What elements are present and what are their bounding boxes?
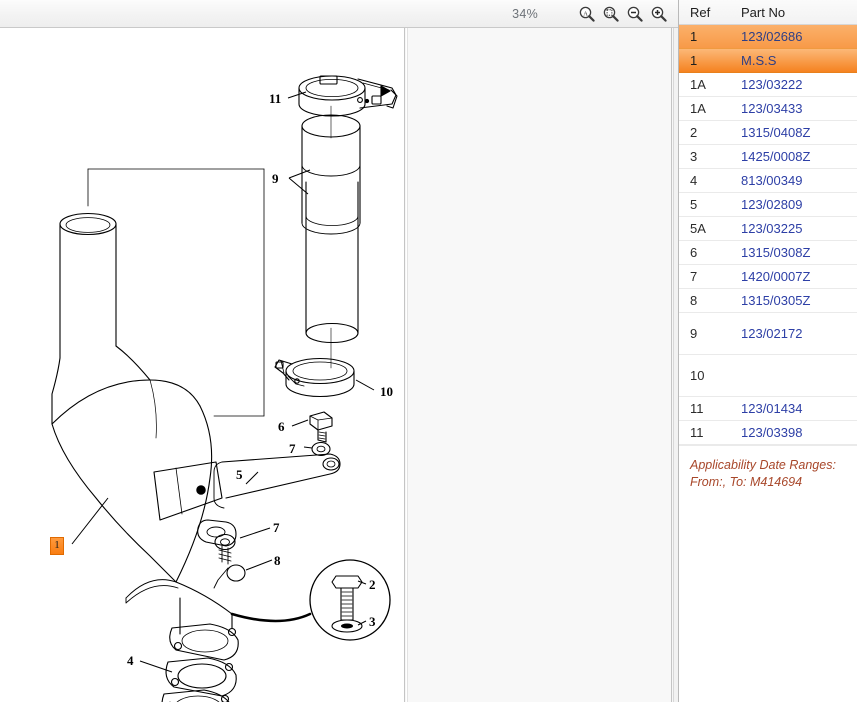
cell-part-no[interactable]: 1420/0007Z (741, 269, 857, 284)
table-row[interactable]: 2 1315/0408Z (679, 121, 857, 145)
cell-part-no[interactable]: 123/03222 (741, 77, 857, 92)
cell-ref: 5A (690, 221, 706, 236)
table-row[interactable]: 11 123/03398 (679, 421, 857, 445)
cell-part-no[interactable]: 1315/0305Z (741, 293, 857, 308)
zoom-level-label: 34% (512, 6, 538, 21)
cell-part-no[interactable]: 123/03433 (741, 101, 857, 116)
table-row[interactable]: 9 123/02172 (679, 313, 857, 355)
table-row[interactable]: 5 123/02809 (679, 193, 857, 217)
fit-actual-size-icon[interactable]: A (576, 3, 598, 25)
table-row[interactable]: 3 1425/0008Z (679, 145, 857, 169)
pdf-parts-viewer: 34% A 11 9 10 6 7 5 7 8 2 3 4 1 Ref Part… (0, 0, 857, 702)
svg-text:9: 9 (272, 171, 279, 186)
column-header-ref: Ref (690, 4, 711, 20)
fit-page-icon[interactable] (600, 3, 622, 25)
cell-part-no[interactable]: 123/03225 (741, 221, 857, 236)
table-row[interactable]: 1 M.S.S (679, 49, 857, 73)
cell-part-no[interactable]: 1315/0408Z (741, 125, 857, 140)
svg-text:2: 2 (369, 577, 376, 592)
cell-part-no[interactable]: 123/01434 (741, 401, 857, 416)
cell-ref: 3 (690, 149, 698, 164)
cell-part-no[interactable]: 1425/0008Z (741, 149, 857, 164)
table-row[interactable]: 10 (679, 355, 857, 397)
column-header-part-no: Part No (741, 4, 786, 20)
page-sheet-right (407, 28, 672, 702)
cell-ref: 6 (690, 245, 698, 260)
svg-text:A: A (583, 10, 588, 17)
cell-ref: 1 (690, 53, 698, 68)
cell-part-no[interactable]: M.S.S (741, 53, 857, 68)
page-scroll-area[interactable]: 11 9 10 6 7 5 7 8 2 3 4 1 (0, 28, 678, 702)
applicability-line-2: From:, To: M414694 (690, 475, 803, 489)
svg-text:3: 3 (369, 614, 376, 629)
table-row[interactable]: 1A 123/03433 (679, 97, 857, 121)
table-row[interactable]: 1 123/02686 (679, 25, 857, 49)
table-row[interactable]: 11 123/01434 (679, 397, 857, 421)
table-row[interactable]: 8 1315/0305Z (679, 289, 857, 313)
svg-text:6: 6 (278, 419, 285, 434)
table-row[interactable]: 4 813/00349 (679, 169, 857, 193)
cell-ref: 1 (690, 29, 698, 44)
svg-text:7: 7 (273, 520, 280, 535)
drawing-callout-highlighted[interactable]: 1 (50, 537, 64, 555)
applicability-note: Applicability Date Ranges: From:, To: M4… (679, 445, 857, 491)
svg-text:4: 4 (127, 653, 134, 668)
table-row[interactable]: 1A 123/03222 (679, 73, 857, 97)
zoom-in-icon[interactable] (648, 3, 670, 25)
cell-part-no[interactable]: 123/02172 (741, 326, 857, 341)
svg-text:8: 8 (274, 553, 281, 568)
table-row[interactable]: 7 1420/0007Z (679, 265, 857, 289)
svg-text:10: 10 (380, 384, 393, 399)
parts-table-body: 1 123/02686 1 M.S.S 1A 123/03222 1A 123/03433 2 1… (679, 25, 857, 445)
svg-text:5: 5 (236, 467, 243, 482)
cell-ref: 5 (690, 197, 698, 212)
cell-ref: 1A (690, 101, 706, 116)
cell-ref: 4 (690, 173, 698, 188)
table-row[interactable]: 5A 123/03225 (679, 217, 857, 241)
svg-text:11: 11 (269, 91, 281, 106)
exploded-parts-drawing: 11 9 10 6 7 5 7 8 2 3 4 (51, 75, 398, 702)
cell-ref: 2 (690, 125, 698, 140)
cell-ref: 9 (690, 326, 698, 341)
svg-text:7: 7 (289, 441, 296, 456)
parts-list-panel: Ref Part No 1 123/02686 1 M.S.S 1A 123/03222 1… (678, 0, 857, 702)
cell-ref: 10 (690, 368, 705, 383)
cell-part-no[interactable]: 813/00349 (741, 173, 857, 188)
zoom-out-icon[interactable] (624, 3, 646, 25)
cell-ref: 1A (690, 77, 706, 92)
cell-ref: 8 (690, 293, 698, 308)
cell-ref: 11 (690, 425, 704, 440)
cell-ref: 7 (690, 269, 698, 284)
viewer-toolbar: 34% A (0, 0, 678, 28)
applicability-line-1: Applicability Date Ranges: (690, 458, 836, 472)
table-row[interactable]: 6 1315/0308Z (679, 241, 857, 265)
cell-part-no[interactable]: 123/03398 (741, 425, 857, 440)
cell-part-no[interactable]: 123/02686 (741, 29, 857, 44)
cell-ref: 11 (690, 401, 704, 416)
cell-part-no[interactable]: 123/02809 (741, 197, 857, 212)
cell-part-no[interactable]: 1315/0308Z (741, 245, 857, 260)
parts-table-header: Ref Part No (679, 0, 857, 25)
document-viewer: 34% A 11 9 10 6 7 5 7 8 2 3 4 1 (0, 0, 678, 702)
